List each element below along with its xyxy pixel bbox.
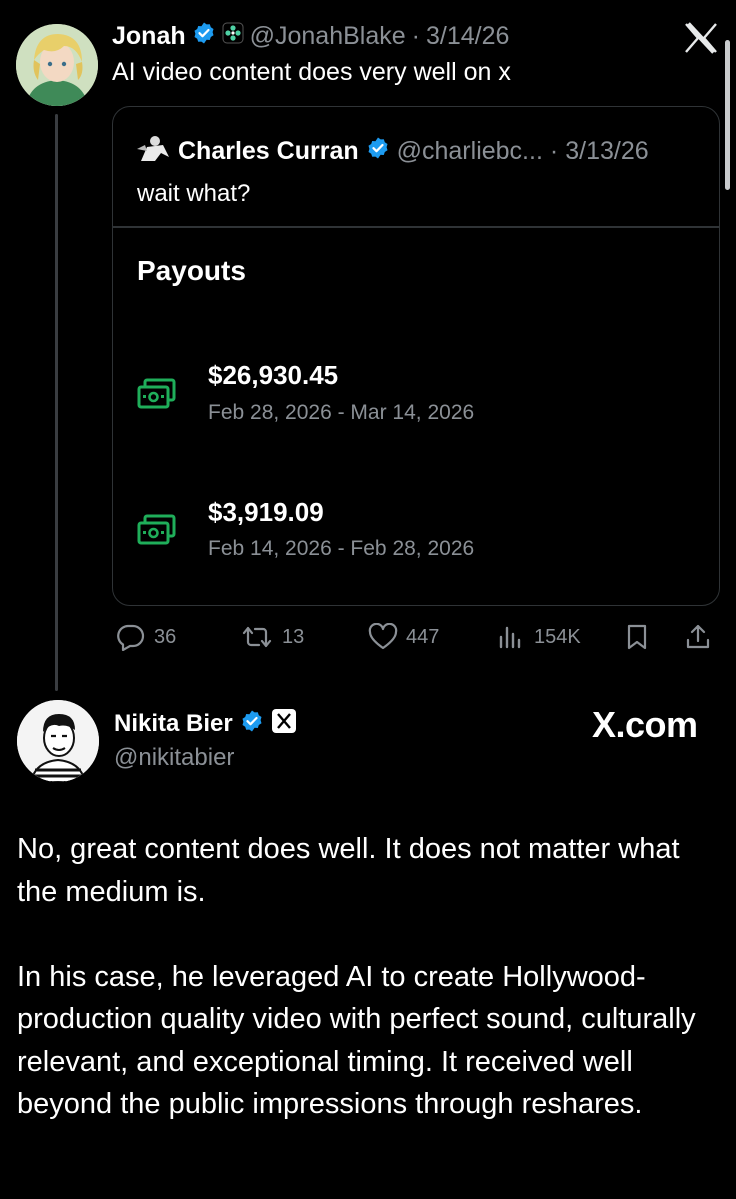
like-count: 447	[406, 625, 440, 648]
money-icon	[137, 513, 177, 547]
reply-paragraph: In his case, he leveraged AI to create H…	[17, 960, 696, 1121]
author-handle[interactable]: @JonahBlake	[250, 22, 406, 51]
quoted-author-handle[interactable]: @charliebc...	[397, 137, 543, 166]
quoted-author-name[interactable]: Charles Curran	[178, 137, 359, 166]
reply-post-text: No, great content does well. It does not…	[17, 828, 717, 1168]
separator-dot: ·	[549, 137, 559, 165]
share-button[interactable]	[684, 620, 712, 654]
payout-date-range: Feb 28, 2026 - Mar 14, 2026	[208, 401, 475, 424]
original-post-text: AI video content does very well on x	[112, 58, 511, 86]
bookmark-icon	[627, 624, 647, 650]
share-icon	[686, 624, 710, 649]
x-affiliate-badge-icon	[271, 708, 297, 739]
reply-icon	[117, 624, 145, 651]
separator-dot: ·	[411, 21, 420, 50]
thread-connector-line	[55, 114, 58, 691]
quoted-card-divider	[113, 226, 719, 228]
xcom-watermark: X.com	[592, 704, 698, 745]
x-logo-icon[interactable]	[684, 22, 718, 59]
reply-button[interactable]: 36	[116, 620, 176, 654]
quoted-post-card[interactable]: Charles Curran @charliebc... · 3/13/26 w…	[112, 106, 720, 606]
payouts-title: Payouts	[137, 255, 246, 286]
heart-icon	[368, 623, 398, 650]
like-button[interactable]: 447	[368, 620, 439, 654]
verified-badge-icon	[192, 21, 216, 52]
quoted-post-header: Charles Curran @charliebc... · 3/13/26	[135, 133, 649, 170]
repost-icon	[242, 626, 272, 648]
reply-paragraph: No, great content does well. It does not…	[17, 833, 680, 908]
repost-count: 13	[282, 625, 305, 648]
nikita-avatar[interactable]	[17, 700, 99, 782]
scrollbar[interactable]	[725, 40, 730, 190]
post-date[interactable]: 3/14/26	[426, 22, 509, 51]
charles-avatar[interactable]	[135, 133, 171, 170]
verified-badge-icon	[366, 136, 390, 167]
reply-author-handle[interactable]: @nikitabier	[114, 744, 234, 772]
jonah-avatar[interactable]	[16, 24, 98, 106]
affiliate-badge-icon	[222, 22, 244, 51]
author-name[interactable]: Jonah	[112, 22, 186, 51]
verified-badge-icon	[240, 709, 264, 738]
view-count: 154K	[534, 625, 581, 648]
views-button[interactable]: 154K	[496, 620, 581, 654]
payout-amount: $3,919.09	[208, 497, 324, 527]
original-post-header: Jonah @JonahBlake · 3/14/26	[112, 20, 509, 52]
money-icon	[137, 377, 177, 411]
reply-author-name[interactable]: Nikita Bier	[114, 710, 233, 738]
quoted-post-date[interactable]: 3/13/26	[565, 137, 648, 166]
reply-count: 36	[154, 625, 177, 648]
bookmark-button[interactable]	[624, 620, 650, 654]
payout-date-range: Feb 14, 2026 - Feb 28, 2026	[208, 537, 475, 560]
repost-button[interactable]: 13	[240, 620, 304, 654]
payout-amount: $26,930.45	[208, 360, 339, 390]
post-action-bar: 36 13 447 154K	[112, 620, 720, 654]
reply-post-header: Nikita Bier	[114, 708, 297, 739]
views-icon	[499, 626, 521, 649]
quoted-post-text: wait what?	[137, 180, 251, 207]
